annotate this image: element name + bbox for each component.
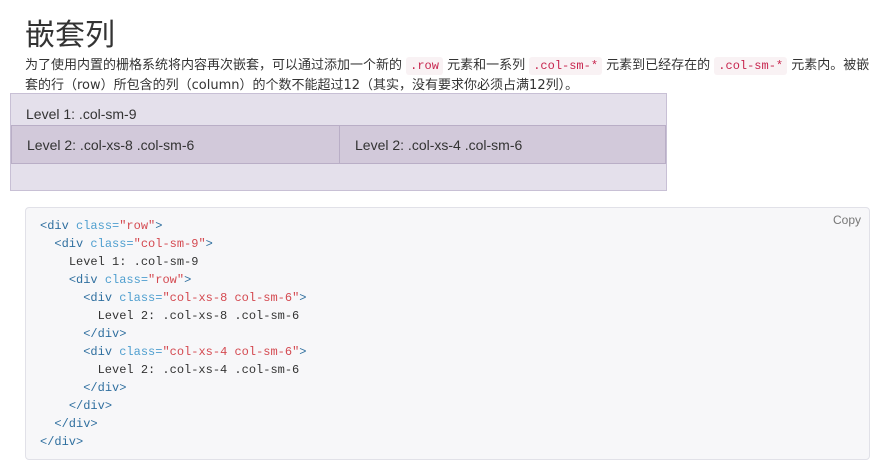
code-line: </div> — [40, 433, 306, 451]
code-attr: class= — [68, 219, 120, 233]
code-text: Level 2: .col-xs-4 .col-sm-6 — [97, 363, 300, 377]
code-text: Level 2: .col-xs-8 .col-sm-6 — [97, 309, 300, 323]
code-text: Level 1: .col-sm-9 — [68, 255, 199, 269]
description-text: 元素到已经存在的 — [602, 58, 715, 73]
code-line: <div class="col-xs-8 col-sm-6"> — [40, 289, 306, 307]
code-line: </div> — [40, 379, 306, 397]
code-string: "col-xs-8 col-sm-6" — [162, 291, 300, 305]
level2-right-column: Level 2: .col-xs-4 .col-sm-6 — [339, 125, 666, 164]
code-string: "row" — [119, 219, 156, 233]
code-tag: </div> — [54, 417, 98, 431]
code-tag: </div> — [83, 327, 127, 341]
code-tag: <div — [54, 237, 84, 251]
nested-row: Level 2: .col-xs-8 .col-sm-6 Level 2: .c… — [11, 125, 666, 165]
code-string: "row" — [148, 273, 185, 287]
code-line: </div> — [40, 325, 306, 343]
code-attr: class= — [97, 273, 149, 287]
description-paragraph: 为了使用内置的栅格系统将内容再次嵌套，可以通过添加一个新的 .row 元素和一系… — [25, 56, 870, 96]
code-line: <div class="col-sm-9"> — [40, 235, 306, 253]
code-tag: > — [299, 291, 307, 305]
nested-grid-demo: Level 1: .col-sm-9 Level 2: .col-xs-8 .c… — [10, 93, 667, 191]
code-col-sm: .col-sm-* — [714, 57, 788, 75]
page-title: 嵌套列 — [25, 18, 115, 54]
code-tag: <div — [40, 219, 69, 233]
code-tag: <div — [68, 273, 98, 287]
code-attr: class= — [83, 237, 134, 251]
level2-left-column: Level 2: .col-xs-8 .col-sm-6 — [11, 125, 340, 164]
code-attr: class= — [112, 291, 163, 305]
code-tag: > — [299, 345, 307, 359]
code-example: Copy <div class="row"> <div class="col-s… — [25, 207, 870, 460]
code-attr: class= — [112, 345, 163, 359]
code-tag: </div> — [68, 399, 113, 413]
code-string: "col-sm-9" — [133, 237, 206, 251]
code-line: <div class="col-xs-4 col-sm-6"> — [40, 343, 306, 361]
code-block: <div class="row"> <div class="col-sm-9">… — [40, 217, 306, 451]
code-row: .row — [406, 57, 443, 75]
code-tag: > — [184, 273, 192, 287]
code-line: Level 1: .col-sm-9 — [40, 253, 306, 271]
code-line: Level 2: .col-xs-8 .col-sm-6 — [40, 307, 306, 325]
code-tag: </div> — [40, 435, 84, 449]
code-tag: </div> — [83, 381, 127, 395]
code-line: <div class="row"> — [40, 271, 306, 289]
level1-label: Level 1: .col-sm-9 — [26, 106, 137, 122]
code-tag: <div — [83, 291, 113, 305]
code-col-sm: .col-sm-* — [529, 57, 603, 75]
description-text: 为了使用内置的栅格系统将内容再次嵌套，可以通过添加一个新的 — [25, 58, 407, 73]
code-tag: > — [205, 237, 213, 251]
code-tag: <div — [83, 345, 113, 359]
code-line: </div> — [40, 415, 306, 433]
code-line: </div> — [40, 397, 306, 415]
description-text: 元素和一系列 — [442, 58, 530, 73]
copy-button[interactable]: Copy — [833, 213, 861, 227]
code-line: Level 2: .col-xs-4 .col-sm-6 — [40, 361, 306, 379]
code-tag: > — [155, 219, 163, 233]
code-string: "col-xs-4 col-sm-6" — [162, 345, 300, 359]
code-line: <div class="row"> — [40, 217, 306, 235]
